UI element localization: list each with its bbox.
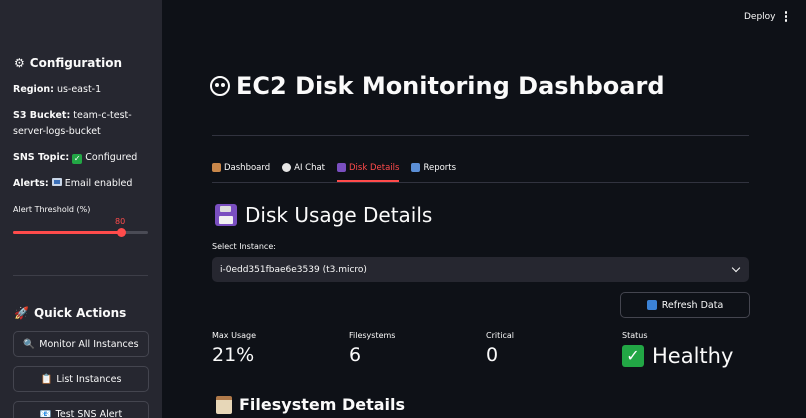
clipboard-icon: [216, 395, 232, 414]
envelope-icon: [51, 178, 62, 186]
bar-chart-icon: [411, 163, 421, 172]
threshold-slider-thumb[interactable]: [117, 228, 126, 237]
alerts-row: Alerts: Email enabled: [13, 178, 133, 189]
threshold-value: 80: [115, 217, 126, 226]
filesystem-details-title: Filesystem Details: [216, 395, 405, 414]
configuration-heading: ⚙ Configuration: [14, 56, 123, 70]
sns-topic-row: SNS Topic: ✓ Configured: [13, 152, 138, 164]
tab-bar: Dashboard AI Chat Disk Details Reports: [212, 160, 456, 182]
house-icon: [212, 163, 221, 172]
tabs-divider: [212, 182, 749, 183]
threshold-slider[interactable]: [13, 228, 148, 237]
instance-select[interactable]: i-0edd351fbae6e3539 (t3.micro): [212, 257, 749, 282]
check-icon: ✓: [622, 345, 644, 367]
s3-bucket-row: S3 Bucket: team-c-test-server-logs-bucke…: [13, 110, 132, 137]
threshold-label: Alert Threshold (%): [13, 205, 91, 214]
refresh-icon: [646, 300, 657, 310]
metric-critical: Critical 0: [486, 331, 514, 366]
gear-icon: ⚙: [14, 56, 25, 70]
tab-reports[interactable]: Reports: [411, 160, 456, 182]
sidebar: ⚙ Configuration Region: us-east-1 S3 Buc…: [0, 0, 162, 418]
select-instance-label: Select Instance:: [212, 242, 276, 251]
section-title: Disk Usage Details: [215, 203, 432, 227]
metric-max-usage: Max Usage 21%: [212, 331, 257, 366]
sidebar-divider: [13, 275, 148, 276]
check-icon: ✓: [72, 154, 83, 164]
title-divider: [212, 135, 749, 136]
region-row: Region: us-east-1: [13, 84, 102, 95]
test-sns-alert-button[interactable]: 📧 Test SNS Alert: [13, 401, 149, 418]
refresh-data-button[interactable]: Refresh Data: [620, 292, 750, 318]
quick-actions-heading: 🚀 Quick Actions: [14, 306, 127, 320]
robot-face-icon: [210, 76, 230, 96]
clipboard-icon: 📋: [40, 373, 53, 385]
deploy-button[interactable]: Deploy: [744, 12, 776, 22]
main-menu-icon[interactable]: [783, 11, 789, 23]
speech-bubble-icon: [282, 163, 292, 172]
page-title: EC2 Disk Monitoring Dashboard: [210, 72, 665, 100]
floppy-disk-icon: [337, 163, 347, 172]
metric-filesystems: Filesystems 6: [349, 331, 396, 366]
tab-dashboard[interactable]: Dashboard: [212, 160, 270, 182]
instance-select-value: i-0edd351fbae6e3539 (t3.micro): [220, 264, 367, 275]
chevron-down-icon: [731, 263, 741, 273]
monitor-all-instances-button[interactable]: 🔍 Monitor All Instances: [13, 331, 149, 357]
envelope-icon: 📧: [39, 408, 52, 418]
threshold-slider-fill: [13, 231, 121, 234]
status-value: Healthy: [652, 344, 734, 368]
rocket-icon: 🚀: [14, 306, 29, 320]
floppy-disk-icon: [215, 204, 237, 226]
tab-ai-chat[interactable]: AI Chat: [282, 160, 325, 182]
list-instances-button[interactable]: 📋 List Instances: [13, 366, 149, 392]
metric-status: Status ✓ Healthy: [622, 331, 734, 368]
tab-disk-details[interactable]: Disk Details: [337, 160, 400, 182]
magnifier-icon: 🔍: [23, 338, 36, 350]
